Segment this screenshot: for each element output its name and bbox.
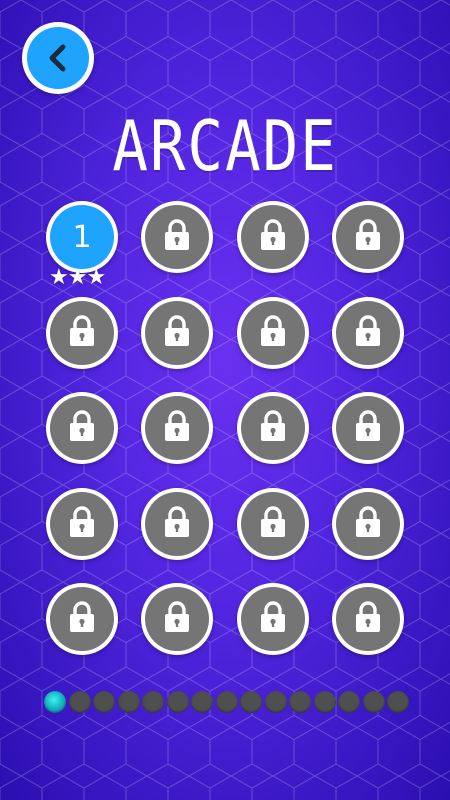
level-number: 1 <box>72 219 92 255</box>
level-button-12[interactable] <box>332 392 404 464</box>
level-button-face[interactable] <box>145 492 209 556</box>
page-dot-11[interactable] <box>289 691 311 713</box>
level-grid: 1 ★★★ <box>0 0 450 800</box>
level-button-6[interactable] <box>141 297 213 369</box>
level-button-face[interactable] <box>50 396 114 460</box>
level-button-9[interactable] <box>46 392 118 464</box>
level-button-face[interactable] <box>145 396 209 460</box>
page-dot-14[interactable] <box>362 691 385 713</box>
level-button-face[interactable] <box>336 587 400 651</box>
level-button-face[interactable]: 1 <box>50 205 114 269</box>
level-button-face[interactable] <box>145 587 209 651</box>
padlock-icon <box>258 218 288 256</box>
level-button-5[interactable] <box>46 297 118 369</box>
level-button-15[interactable] <box>237 488 309 560</box>
padlock-icon <box>353 314 383 352</box>
page-dot-3[interactable] <box>93 691 115 713</box>
padlock-icon <box>353 409 383 447</box>
page-dot-8[interactable] <box>215 691 238 713</box>
level-button-face[interactable] <box>50 492 114 556</box>
level-button-face[interactable] <box>50 587 114 651</box>
padlock-icon <box>258 600 288 638</box>
padlock-icon <box>258 505 288 543</box>
level-button-18[interactable] <box>141 583 213 655</box>
level-button-face[interactable] <box>241 301 305 365</box>
padlock-icon <box>162 314 192 352</box>
page-dot-13[interactable] <box>338 691 360 713</box>
level-button-face[interactable] <box>336 205 400 269</box>
level-button-17[interactable] <box>46 583 118 655</box>
level-button-face[interactable] <box>241 492 305 556</box>
level-button-8[interactable] <box>332 297 404 369</box>
page-dot-15[interactable] <box>387 691 409 713</box>
level-button-7[interactable] <box>237 297 309 369</box>
level-button-13[interactable] <box>46 488 118 560</box>
level-button-1[interactable]: 1 <box>46 201 118 273</box>
padlock-icon <box>67 505 97 543</box>
level-button-4[interactable] <box>332 201 404 273</box>
page-dot-12[interactable] <box>313 691 336 713</box>
padlock-icon <box>353 600 383 638</box>
level-star-rating: ★★★ <box>49 265 106 290</box>
level-button-14[interactable] <box>141 488 213 560</box>
padlock-icon <box>67 314 97 352</box>
level-button-3[interactable] <box>237 201 309 273</box>
level-button-11[interactable] <box>237 392 309 464</box>
page-dot-6[interactable] <box>166 691 189 713</box>
padlock-icon <box>353 505 383 543</box>
page-dot-2[interactable] <box>68 691 91 713</box>
level-button-2[interactable] <box>141 201 213 273</box>
level-button-face[interactable] <box>50 301 114 365</box>
page-dot-10[interactable] <box>264 691 287 713</box>
padlock-icon <box>67 409 97 447</box>
page-dot-5[interactable] <box>142 691 164 713</box>
page-indicator <box>44 691 409 713</box>
padlock-icon <box>353 218 383 256</box>
padlock-icon <box>162 218 192 256</box>
level-button-16[interactable] <box>332 488 404 560</box>
level-button-face[interactable] <box>145 205 209 269</box>
page-dot-9[interactable] <box>240 691 262 713</box>
padlock-icon <box>67 600 97 638</box>
level-button-10[interactable] <box>141 392 213 464</box>
level-button-face[interactable] <box>241 587 305 651</box>
page-dot-7[interactable] <box>191 691 213 713</box>
padlock-icon <box>162 600 192 638</box>
level-button-face[interactable] <box>336 396 400 460</box>
padlock-icon <box>162 409 192 447</box>
level-button-20[interactable] <box>332 583 404 655</box>
padlock-icon <box>258 409 288 447</box>
level-button-face[interactable] <box>336 301 400 365</box>
level-button-19[interactable] <box>237 583 309 655</box>
page-dot-4[interactable] <box>117 691 140 713</box>
padlock-icon <box>258 314 288 352</box>
page-dot-1[interactable] <box>44 691 66 713</box>
padlock-icon <box>162 505 192 543</box>
level-button-face[interactable] <box>145 301 209 365</box>
level-button-face[interactable] <box>241 396 305 460</box>
level-button-face[interactable] <box>241 205 305 269</box>
level-button-face[interactable] <box>336 492 400 556</box>
